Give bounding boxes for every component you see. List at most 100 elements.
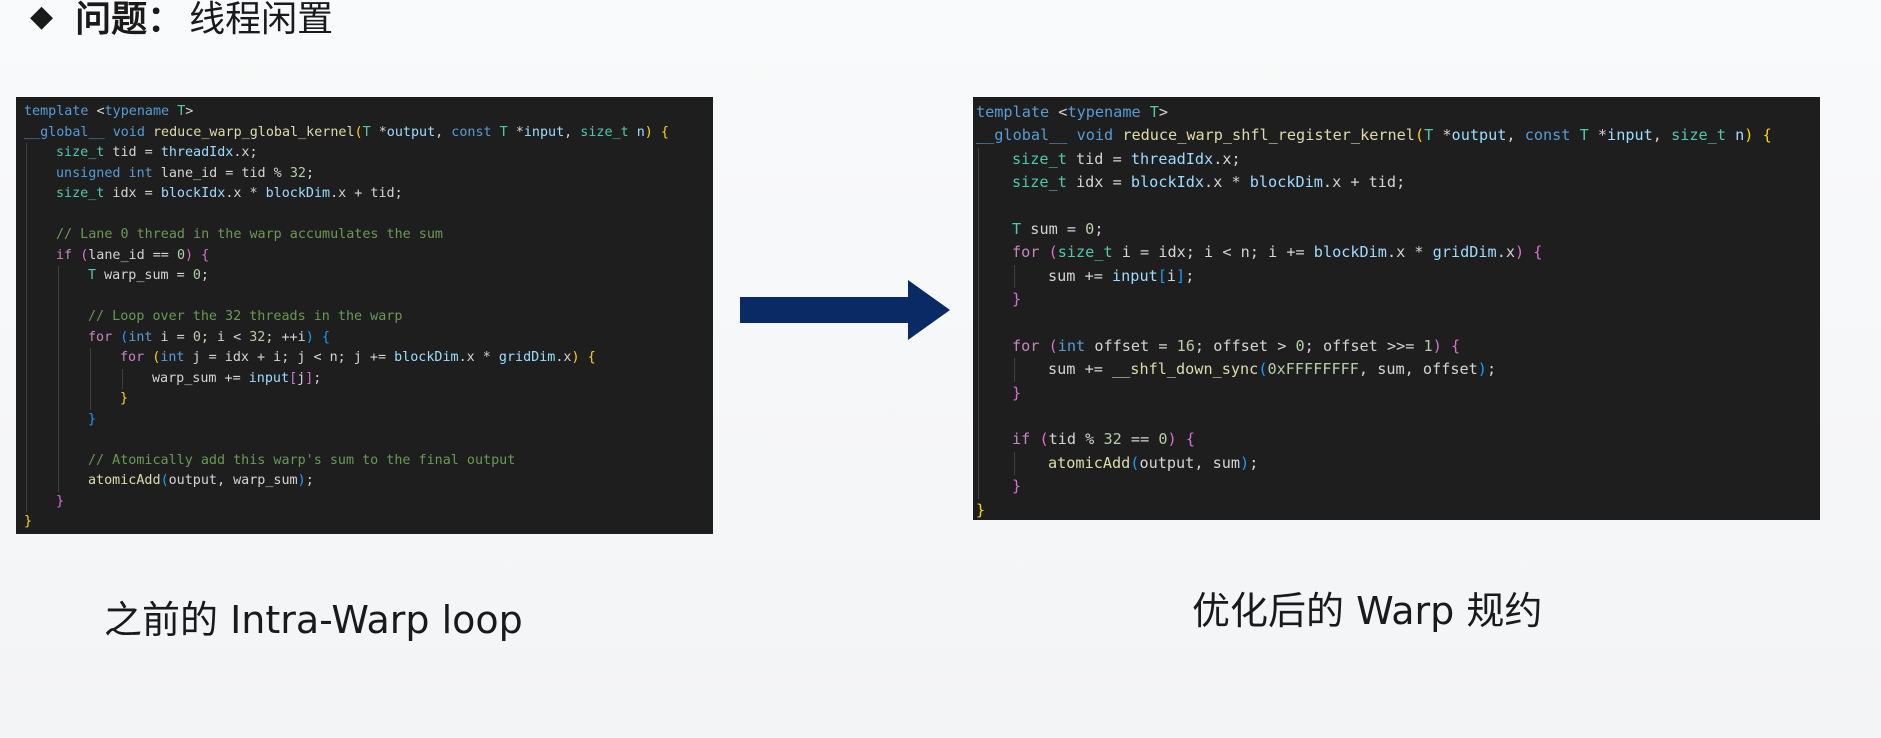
code-token: T xyxy=(1424,126,1434,145)
code-token: T xyxy=(88,268,97,283)
code-line xyxy=(976,194,1820,218)
code-token: blockDim xyxy=(1313,243,1387,262)
code-token: __global__ xyxy=(24,124,105,140)
code-token: tid = xyxy=(1066,149,1131,168)
code-line: for (size_t i = idx; i < n; i += blockDi… xyxy=(976,241,1820,265)
indent-guide xyxy=(58,266,59,287)
code-token: ) xyxy=(1432,336,1442,355)
code-line: __global__ void reduce_warp_shfl_registe… xyxy=(976,124,1820,147)
code-token: size_t xyxy=(56,145,105,160)
indent-guide xyxy=(978,451,979,476)
code-token: size_t xyxy=(580,124,629,140)
indent-guide xyxy=(26,409,27,430)
code-token: output xyxy=(1451,126,1507,145)
code-token: int xyxy=(128,329,153,345)
indent-guide xyxy=(978,334,979,359)
code-token: < xyxy=(88,104,105,119)
code-token: if xyxy=(1012,430,1031,449)
code-token: { xyxy=(321,329,330,345)
code-token: * xyxy=(507,124,524,140)
indent-guide xyxy=(26,245,27,266)
code-token: } xyxy=(976,500,986,519)
indent-guide xyxy=(26,368,27,389)
code-token: const xyxy=(451,124,492,140)
code-token: if xyxy=(56,247,73,263)
code-token: blockDim xyxy=(394,350,459,365)
indent-guide xyxy=(58,327,59,348)
code-line: } xyxy=(24,389,713,410)
code-token: { xyxy=(1533,243,1543,262)
code-token: ( xyxy=(1048,336,1058,355)
code-token: T xyxy=(362,124,371,140)
indent-guide xyxy=(58,409,59,430)
code-line: } xyxy=(976,499,1820,520)
code-token: idx = xyxy=(1066,173,1131,192)
code-token: i = idx; i < n; i += xyxy=(1112,243,1314,262)
code-line: template <typename T> xyxy=(976,101,1820,124)
right-arrow-icon xyxy=(740,280,950,340)
indent-guide xyxy=(978,147,979,172)
code-line: size_t idx = blockIdx.x * blockDim.x + t… xyxy=(976,171,1820,195)
indent-guide xyxy=(978,241,979,265)
code-line: __global__ void reduce_warp_global_kerne… xyxy=(24,123,713,144)
indent-guide xyxy=(58,307,59,328)
code-token: 32 xyxy=(289,165,306,181)
indent-guide xyxy=(58,389,59,410)
code-token: int xyxy=(1057,336,1086,355)
code-token: size_t xyxy=(1012,149,1067,168)
indent-guide xyxy=(978,288,979,312)
code-token: } xyxy=(1012,383,1022,402)
code-line: sum += __shfl_down_sync(0xFFFFFFFF, sum,… xyxy=(976,358,1820,382)
code-token: < xyxy=(1049,103,1068,121)
code-token: , xyxy=(564,124,581,140)
code-token: ( xyxy=(1414,126,1425,145)
code-token: threadIdx xyxy=(160,145,234,160)
code-token: .x + tid; xyxy=(330,186,403,201)
code-token: > xyxy=(185,104,194,119)
code-token: sum += xyxy=(1048,266,1113,285)
code-line: // Atomically add this warp's sum to the… xyxy=(24,450,713,471)
heading-label: 问题： xyxy=(75,0,184,40)
code-token: size_t xyxy=(56,186,105,201)
code-line: for (int i = 0; i < 32; ++i) { xyxy=(24,327,713,348)
code-token: ) xyxy=(1477,360,1487,379)
code-token: ) xyxy=(185,247,194,263)
code-token: sum = xyxy=(1021,219,1086,238)
indent-guide xyxy=(90,389,91,410)
code-token: } xyxy=(1012,290,1022,309)
indent-guide xyxy=(58,450,59,471)
code-token: ( xyxy=(160,473,169,488)
code-token: } xyxy=(120,391,129,406)
heading-text: 线程闲置 xyxy=(189,0,334,40)
code-token: .x + tid; xyxy=(1322,173,1406,192)
code-line: atomicAdd(output, warp_sum); xyxy=(24,471,713,492)
code-token: for xyxy=(1012,336,1040,355)
indent-guide xyxy=(26,204,27,225)
code-token: typename xyxy=(1067,103,1141,121)
code-line: } xyxy=(24,409,713,430)
code-token: output xyxy=(386,124,436,140)
code-line: if (lane_id == 0) { xyxy=(24,245,713,266)
code-token: output, sum xyxy=(1139,453,1241,472)
indent-guide xyxy=(26,225,27,246)
code-token: size_t xyxy=(1012,173,1067,192)
code-token: 0 xyxy=(1158,430,1168,449)
code-line: for (int j = idx + i; j < n; j += blockD… xyxy=(24,348,713,369)
code-token: threadIdx xyxy=(1130,149,1214,168)
code-token: 32 xyxy=(1103,430,1122,449)
caption-after: 优化后的 Warp 规约 xyxy=(1192,589,1543,633)
code-token: .x * xyxy=(225,186,266,201)
code-token: T xyxy=(499,124,508,140)
code-token: 0 xyxy=(176,247,185,263)
code-token: blockDim xyxy=(265,186,331,201)
indent-guide xyxy=(978,194,979,218)
code-token: ; xyxy=(305,165,314,181)
